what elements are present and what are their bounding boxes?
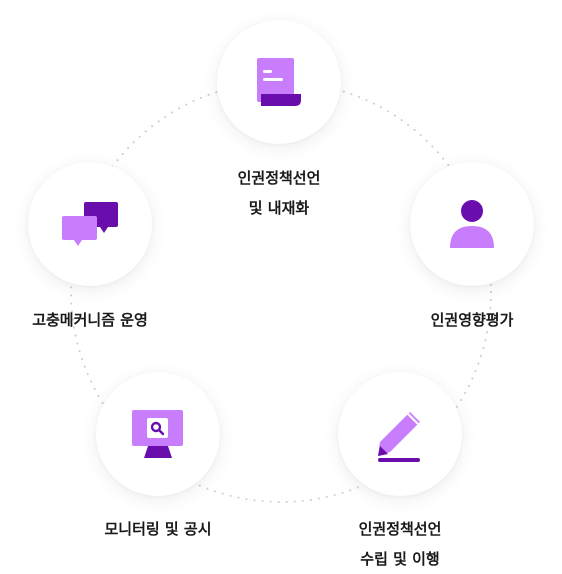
label-grievance: 고충메커니즘 운영 [10,305,170,335]
label-impact-assessment: 인권영향평가 [402,305,542,335]
node-grievance [28,162,152,286]
chat-bubbles-icon [62,202,118,246]
node-declaration-implementation [338,372,462,496]
label-monitoring: 모니터링 및 공시 [78,514,238,544]
document-scroll-icon [257,58,301,106]
label-line: 인권정책선언 [237,169,321,187]
label-line: 인권영향평가 [430,311,514,329]
label-line: 인권정책선언 [358,520,442,538]
label-declaration-implementation: 인권정책선언 수립 및 이행 [330,514,470,574]
label-line: 및 내재화 [248,199,310,217]
label-line: 수립 및 이행 [360,550,440,568]
label-line: 고충메커니즘 운영 [32,311,148,329]
person-icon [450,200,494,248]
pencil-icon [378,412,420,462]
label-policy-declaration: 인권정책선언 및 내재화 [209,163,349,223]
node-monitoring [96,372,220,496]
node-policy-declaration [217,20,341,144]
monitor-search-icon [132,410,183,458]
node-impact-assessment [410,162,534,286]
label-line: 모니터링 및 공시 [104,520,212,538]
